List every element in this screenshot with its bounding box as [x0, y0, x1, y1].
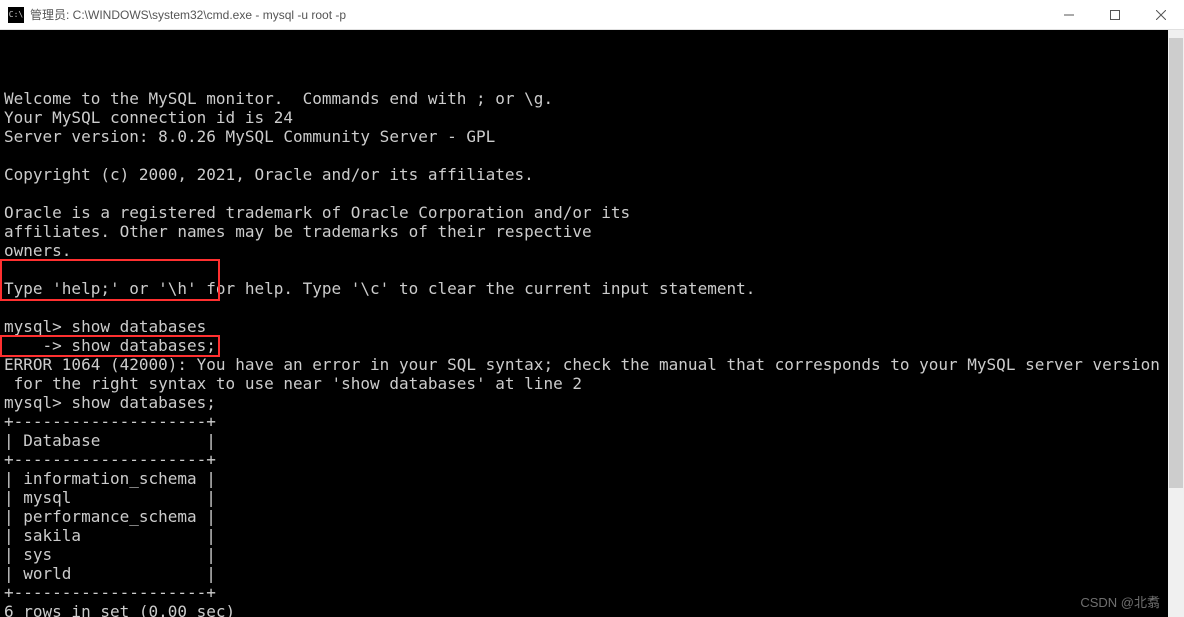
terminal-line: 6 rows in set (0.00 sec)	[4, 602, 1180, 617]
terminal-line: ERROR 1064 (42000): You have an error in…	[4, 355, 1180, 374]
title-bar: C:\ 管理员: C:\WINDOWS\system32\cmd.exe - m…	[0, 0, 1184, 30]
close-icon	[1156, 10, 1166, 20]
terminal-line: | information_schema |	[4, 469, 1180, 488]
terminal-line: +--------------------+	[4, 412, 1180, 431]
terminal-line: | mysql |	[4, 488, 1180, 507]
terminal-line	[4, 146, 1180, 165]
close-button[interactable]	[1138, 0, 1184, 30]
terminal-line	[4, 260, 1180, 279]
terminal-line: | sys |	[4, 545, 1180, 564]
cmd-icon: C:\	[8, 7, 24, 23]
maximize-button[interactable]	[1092, 0, 1138, 30]
terminal-line: mysql> show databases;	[4, 393, 1180, 412]
terminal-line: | world |	[4, 564, 1180, 583]
window-title: 管理员: C:\WINDOWS\system32\cmd.exe - mysql…	[30, 6, 1046, 23]
terminal-line: mysql> show databases	[4, 317, 1180, 336]
terminal-line: Copyright (c) 2000, 2021, Oracle and/or …	[4, 165, 1180, 184]
terminal-line: +--------------------+	[4, 583, 1180, 602]
terminal-line: owners.	[4, 241, 1180, 260]
scrollbar-track[interactable]	[1168, 30, 1184, 617]
maximize-icon	[1110, 10, 1120, 20]
terminal-line: Welcome to the MySQL monitor. Commands e…	[4, 89, 1180, 108]
terminal-output[interactable]: Welcome to the MySQL monitor. Commands e…	[0, 30, 1184, 617]
terminal-line	[4, 184, 1180, 203]
terminal-line: Oracle is a registered trademark of Orac…	[4, 203, 1180, 222]
terminal-line: | Database |	[4, 431, 1180, 450]
terminal-line: +--------------------+	[4, 450, 1180, 469]
terminal-line: for the right syntax to use near 'show d…	[4, 374, 1180, 393]
terminal-line: | performance_schema |	[4, 507, 1180, 526]
window-controls	[1046, 0, 1184, 30]
watermark: CSDN @北翥	[1080, 592, 1160, 611]
minimize-icon	[1064, 10, 1074, 20]
terminal-line: Type 'help;' or '\h' for help. Type '\c'…	[4, 279, 1180, 298]
terminal-line: Server version: 8.0.26 MySQL Community S…	[4, 127, 1180, 146]
terminal-line	[4, 298, 1180, 317]
terminal-line: Your MySQL connection id is 24	[4, 108, 1180, 127]
terminal-line: -> show databases;	[4, 336, 1180, 355]
scrollbar-thumb[interactable]	[1169, 38, 1183, 488]
terminal-line: | sakila |	[4, 526, 1180, 545]
minimize-button[interactable]	[1046, 0, 1092, 30]
terminal-line: affiliates. Other names may be trademark…	[4, 222, 1180, 241]
